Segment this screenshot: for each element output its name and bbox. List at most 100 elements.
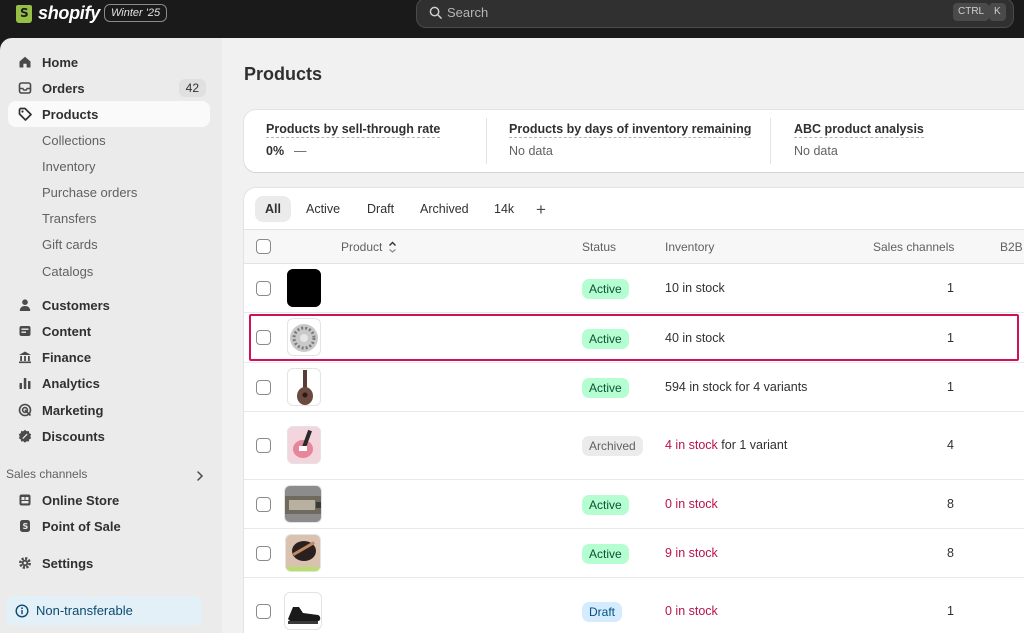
row-checkbox[interactable] xyxy=(256,497,271,512)
column-b2b[interactable]: B2B xyxy=(1000,240,1023,254)
row-checkbox[interactable] xyxy=(256,438,271,453)
sidebar-item-label: Transfers xyxy=(42,210,97,226)
table-row[interactable]: Active 0 in stock 8 xyxy=(244,480,1024,529)
inventory-count: 40 in stock xyxy=(665,331,725,345)
metric-value: No data xyxy=(509,144,553,158)
content-icon xyxy=(19,326,31,336)
inventory-count: 0 in stock xyxy=(665,497,718,511)
sidebar-item-label: Customers xyxy=(42,297,110,313)
metric-divider xyxy=(486,118,487,164)
sidebar-item-transfers[interactable]: Transfers xyxy=(8,205,210,231)
product-thumbnail[interactable] xyxy=(287,318,321,356)
search-icon xyxy=(429,6,442,19)
main-content: Products Products by sell-through rate 0… xyxy=(222,38,1024,633)
table-row[interactable]: Active 10 in stock 1 xyxy=(244,264,1024,313)
sidebar-item-label: Orders xyxy=(42,80,85,96)
inventory-value: 9 in stock xyxy=(665,546,718,560)
column-product[interactable]: Product xyxy=(341,240,382,254)
status-badge: Active xyxy=(582,329,629,349)
sidebar-item-online-store[interactable]: Online Store xyxy=(8,487,210,513)
orders-icon xyxy=(18,82,32,94)
tab-all[interactable]: All xyxy=(255,196,291,222)
shopify-logo[interactable]: shopify xyxy=(16,3,100,24)
orders-count-badge: 42 xyxy=(178,79,206,97)
metric-value: 0% xyxy=(266,144,285,158)
product-thumbnail[interactable] xyxy=(287,426,321,464)
table-row[interactable]: Active 40 in stock 1 xyxy=(244,313,1024,363)
sidebar-item-catalogs[interactable]: Catalogs xyxy=(8,258,210,284)
status-badge: Archived xyxy=(582,436,643,456)
column-inventory[interactable]: Inventory xyxy=(665,240,714,254)
product-thumbnail[interactable] xyxy=(285,534,321,572)
tab-archived[interactable]: Archived xyxy=(410,196,479,222)
sales-channels-heading: Sales channels xyxy=(6,467,88,481)
product-thumbnail[interactable] xyxy=(287,269,321,307)
row-checkbox[interactable] xyxy=(256,380,271,395)
column-status[interactable]: Status xyxy=(582,240,616,254)
tab-draft[interactable]: Draft xyxy=(357,196,404,222)
search-input[interactable]: Search CTRL K xyxy=(416,0,1014,28)
bar-chart-icon xyxy=(19,378,31,389)
sidebar-item-analytics[interactable]: Analytics xyxy=(8,370,210,396)
sidebar-item-customers[interactable]: Customers xyxy=(8,292,210,318)
sidebar-item-content[interactable]: Content xyxy=(8,318,210,344)
logo-text: shopify xyxy=(38,3,100,23)
metric-title: Products by sell-through rate xyxy=(266,122,441,138)
inventory-count: 9 in stock xyxy=(665,546,718,560)
sidebar-item-purchase-orders[interactable]: Purchase orders xyxy=(8,179,210,205)
sidebar-item-marketing[interactable]: Marketing xyxy=(8,397,210,423)
sidebar-item-products[interactable]: Products xyxy=(8,101,210,127)
sidebar-item-label: Point of Sale xyxy=(42,518,121,534)
info-icon xyxy=(15,604,29,618)
sidebar-item-point-of-sale[interactable]: S Point of Sale xyxy=(8,513,210,539)
sidebar: Home Orders 42 Products Collections Inve… xyxy=(0,38,222,633)
row-checkbox[interactable] xyxy=(256,281,271,296)
page-title: Products xyxy=(244,64,323,84)
column-sales-channels[interactable]: Sales channels xyxy=(873,240,954,254)
sidebar-item-inventory[interactable]: Inventory xyxy=(8,153,210,179)
product-thumbnail[interactable] xyxy=(284,592,322,630)
product-thumbnail[interactable] xyxy=(287,368,321,406)
sidebar-item-label: Products xyxy=(42,106,99,122)
shortcut-k-key: K xyxy=(989,3,1006,21)
metric-trend: — xyxy=(294,144,307,158)
inventory-count: 4 in stock xyxy=(665,438,718,452)
sidebar-item-label: Collections xyxy=(42,132,106,148)
notice-label: Non-transferable xyxy=(36,603,133,618)
sales-channels-count: 1 xyxy=(947,331,954,345)
table-row[interactable]: Active 594 in stock for 4 variants 1 xyxy=(244,363,1024,412)
inventory-count: 0 in stock xyxy=(665,604,718,618)
non-transferable-notice[interactable]: Non-transferable xyxy=(6,596,202,626)
sort-icon[interactable] xyxy=(388,241,397,253)
sidebar-item-discounts[interactable]: Discounts xyxy=(8,423,210,449)
sidebar-item-gift-cards[interactable]: Gift cards xyxy=(8,231,210,257)
tab-active[interactable]: Active xyxy=(296,196,350,222)
row-checkbox[interactable] xyxy=(256,604,271,619)
top-bar: shopify Winter '25 Search CTRL K xyxy=(0,0,1024,38)
tab-14k[interactable]: 14k xyxy=(484,196,524,222)
sidebar-item-collections[interactable]: Collections xyxy=(8,127,210,153)
table-row[interactable]: Draft 0 in stock 1 xyxy=(244,578,1024,633)
sidebar-item-label: Discounts xyxy=(42,428,105,444)
inventory-value: 594 in stock for 4 variants xyxy=(665,380,807,394)
svg-text:S: S xyxy=(23,522,29,531)
add-view-button[interactable]: + xyxy=(536,200,546,220)
row-checkbox[interactable] xyxy=(256,546,271,561)
sidebar-item-label: Settings xyxy=(42,555,94,571)
sales-channels-count: 8 xyxy=(947,497,954,511)
table-row[interactable]: Active 9 in stock 8 xyxy=(244,529,1024,578)
sidebar-item-orders[interactable]: Orders 42 xyxy=(8,75,210,101)
product-thumbnail[interactable] xyxy=(284,485,322,523)
inventory-variant-note: for 1 variant xyxy=(717,438,788,452)
chevron-right-icon[interactable] xyxy=(194,470,206,482)
sidebar-item-finance[interactable]: Finance xyxy=(8,344,210,370)
row-checkbox[interactable] xyxy=(256,330,271,345)
sidebar-item-label: Marketing xyxy=(42,402,104,418)
inventory-value: 0 in stock xyxy=(665,497,718,511)
pos-icon: S xyxy=(20,520,30,532)
sidebar-item-home[interactable]: Home xyxy=(8,49,210,75)
table-row[interactable]: Archived 4 in stock for 1 variant 4 xyxy=(244,412,1024,480)
select-all-checkbox[interactable] xyxy=(256,239,271,254)
sales-channels-count: 1 xyxy=(947,380,954,394)
sidebar-item-settings[interactable]: Settings xyxy=(8,550,210,576)
